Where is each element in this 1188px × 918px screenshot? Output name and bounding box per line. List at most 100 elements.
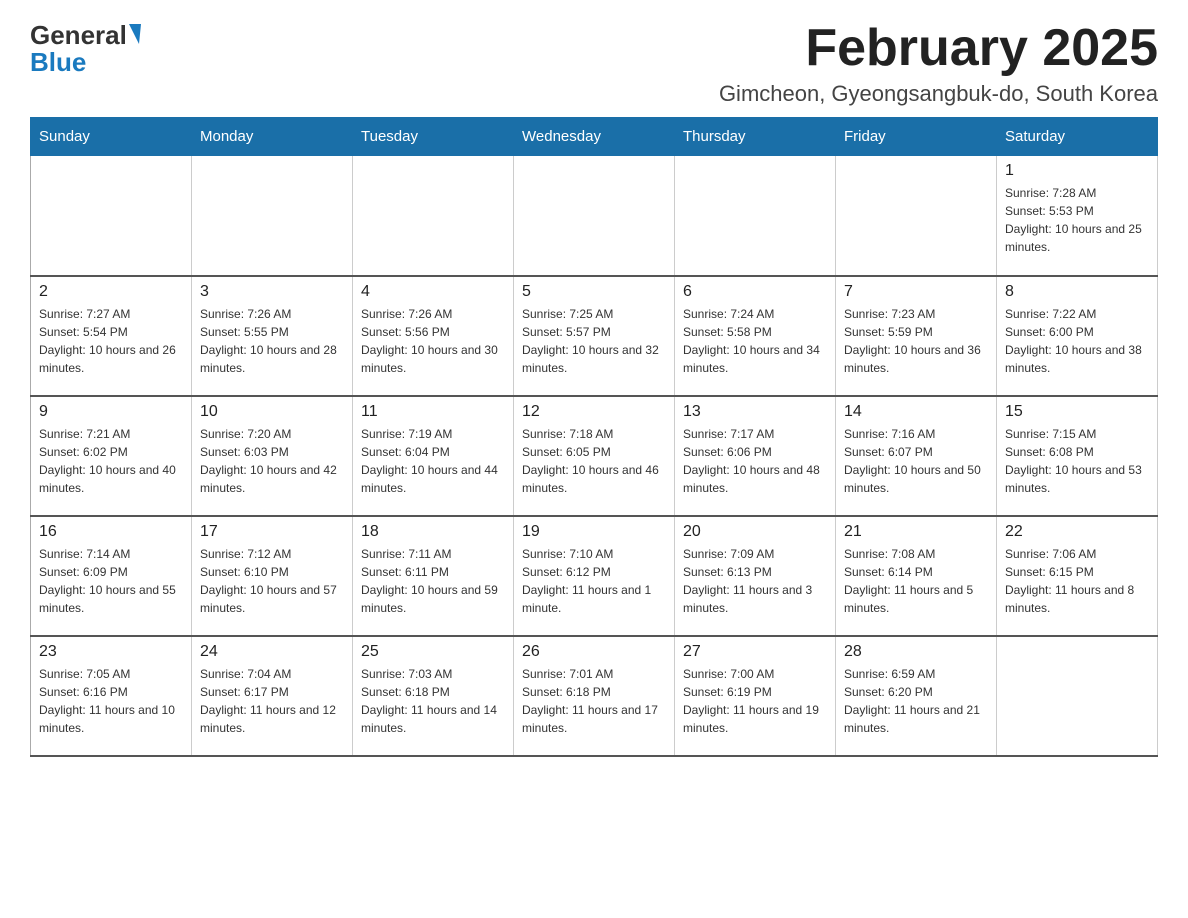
day-info: Sunrise: 7:15 AMSunset: 6:08 PMDaylight:… <box>1005 425 1149 497</box>
calendar-body: 1 Sunrise: 7:28 AMSunset: 5:53 PMDaylight… <box>31 156 1158 756</box>
day-number: 21 <box>844 523 988 541</box>
calendar-cell: 26Sunrise: 7:01 AMSunset: 6:18 PMDayligh… <box>514 636 675 756</box>
day-info: Sunrise: 7:25 AMSunset: 5:57 PMDaylight:… <box>522 305 666 377</box>
calendar-cell <box>836 156 997 276</box>
calendar-cell: 8 Sunrise: 7:22 AMSunset: 6:00 PMDaylight… <box>997 276 1158 396</box>
day-number: 12 <box>522 403 666 421</box>
day-number: 9 <box>39 403 183 421</box>
day-of-week-header: Sunday <box>31 118 192 156</box>
calendar-cell: 21 Sunrise: 7:08 AMSunset: 6:14 PMDayligh… <box>836 516 997 636</box>
day-info: Sunrise: 7:20 AMSunset: 6:03 PMDaylight:… <box>200 425 344 497</box>
day-number: 4 <box>361 283 505 301</box>
day-number: 17 <box>200 523 344 541</box>
day-number: 14 <box>844 403 988 421</box>
calendar-cell: 3 Sunrise: 7:26 AMSunset: 5:55 PMDaylight… <box>192 276 353 396</box>
calendar-week-row: 23 Sunrise: 7:05 AMSunset: 6:16 PMDayligh… <box>31 636 1158 756</box>
calendar-cell: 23 Sunrise: 7:05 AMSunset: 6:16 PMDayligh… <box>31 636 192 756</box>
calendar-cell <box>514 156 675 276</box>
day-info: Sunrise: 7:12 AMSunset: 6:10 PMDaylight:… <box>200 545 344 617</box>
day-info: Sunrise: 7:19 AMSunset: 6:04 PMDaylight:… <box>361 425 505 497</box>
day-info: Sunrise: 7:03 AMSunset: 6:18 PMDaylight:… <box>361 665 505 737</box>
calendar-cell: 1 Sunrise: 7:28 AMSunset: 5:53 PMDaylight… <box>997 156 1158 276</box>
day-info: Sunrise: 7:10 AMSunset: 6:12 PMDaylight:… <box>522 545 666 617</box>
calendar-cell: 16Sunrise: 7:14 AMSunset: 6:09 PMDayligh… <box>31 516 192 636</box>
day-info: Sunrise: 7:26 AMSunset: 5:56 PMDaylight:… <box>361 305 505 377</box>
days-of-week-row: SundayMondayTuesdayWednesdayThursdayFrid… <box>31 118 1158 156</box>
day-info: Sunrise: 6:59 AMSunset: 6:20 PMDaylight:… <box>844 665 988 737</box>
calendar-week-row: 16Sunrise: 7:14 AMSunset: 6:09 PMDayligh… <box>31 516 1158 636</box>
logo-blue-text: Blue <box>30 47 86 78</box>
day-info: Sunrise: 7:01 AMSunset: 6:18 PMDaylight:… <box>522 665 666 737</box>
calendar-cell: 5 Sunrise: 7:25 AMSunset: 5:57 PMDaylight… <box>514 276 675 396</box>
day-number: 20 <box>683 523 827 541</box>
day-info: Sunrise: 7:23 AMSunset: 5:59 PMDaylight:… <box>844 305 988 377</box>
day-number: 1 <box>1005 162 1149 180</box>
day-info: Sunrise: 7:11 AMSunset: 6:11 PMDaylight:… <box>361 545 505 617</box>
day-number: 27 <box>683 643 827 661</box>
day-number: 25 <box>361 643 505 661</box>
day-info: Sunrise: 7:16 AMSunset: 6:07 PMDaylight:… <box>844 425 988 497</box>
day-number: 22 <box>1005 523 1149 541</box>
day-of-week-header: Thursday <box>675 118 836 156</box>
calendar-cell: 11 Sunrise: 7:19 AMSunset: 6:04 PMDayligh… <box>353 396 514 516</box>
calendar-cell: 15 Sunrise: 7:15 AMSunset: 6:08 PMDayligh… <box>997 396 1158 516</box>
day-info: Sunrise: 7:00 AMSunset: 6:19 PMDaylight:… <box>683 665 827 737</box>
day-number: 18 <box>361 523 505 541</box>
calendar-week-row: 9Sunrise: 7:21 AMSunset: 6:02 PMDaylight… <box>31 396 1158 516</box>
calendar-cell: 20 Sunrise: 7:09 AMSunset: 6:13 PMDayligh… <box>675 516 836 636</box>
calendar-title: February 2025 <box>719 20 1158 77</box>
day-of-week-header: Friday <box>836 118 997 156</box>
logo: General Blue <box>30 20 141 78</box>
calendar-cell: 17 Sunrise: 7:12 AMSunset: 6:10 PMDayligh… <box>192 516 353 636</box>
calendar-cell: 7 Sunrise: 7:23 AMSunset: 5:59 PMDaylight… <box>836 276 997 396</box>
calendar-cell: 19 Sunrise: 7:10 AMSunset: 6:12 PMDayligh… <box>514 516 675 636</box>
calendar-week-row: 2Sunrise: 7:27 AMSunset: 5:54 PMDaylight… <box>31 276 1158 396</box>
day-info: Sunrise: 7:22 AMSunset: 6:00 PMDaylight:… <box>1005 305 1149 377</box>
day-number: 6 <box>683 283 827 301</box>
calendar-table: SundayMondayTuesdayWednesdayThursdayFrid… <box>30 117 1158 757</box>
calendar-week-row: 1 Sunrise: 7:28 AMSunset: 5:53 PMDaylight… <box>31 156 1158 276</box>
day-info: Sunrise: 7:28 AMSunset: 5:53 PMDaylight:… <box>1005 184 1149 256</box>
calendar-cell: 22Sunrise: 7:06 AMSunset: 6:15 PMDayligh… <box>997 516 1158 636</box>
day-number: 24 <box>200 643 344 661</box>
calendar-cell: 13Sunrise: 7:17 AMSunset: 6:06 PMDayligh… <box>675 396 836 516</box>
calendar-cell: 6 Sunrise: 7:24 AMSunset: 5:58 PMDaylight… <box>675 276 836 396</box>
calendar-cell: 27 Sunrise: 7:00 AMSunset: 6:19 PMDayligh… <box>675 636 836 756</box>
calendar-subtitle: Gimcheon, Gyeongsangbuk-do, South Korea <box>719 81 1158 107</box>
day-info: Sunrise: 7:09 AMSunset: 6:13 PMDaylight:… <box>683 545 827 617</box>
day-info: Sunrise: 7:08 AMSunset: 6:14 PMDaylight:… <box>844 545 988 617</box>
calendar-cell <box>997 636 1158 756</box>
calendar-cell: 28Sunrise: 6:59 AMSunset: 6:20 PMDayligh… <box>836 636 997 756</box>
day-number: 3 <box>200 283 344 301</box>
calendar-cell: 4 Sunrise: 7:26 AMSunset: 5:56 PMDaylight… <box>353 276 514 396</box>
day-info: Sunrise: 7:24 AMSunset: 5:58 PMDaylight:… <box>683 305 827 377</box>
day-number: 19 <box>522 523 666 541</box>
day-number: 5 <box>522 283 666 301</box>
day-number: 8 <box>1005 283 1149 301</box>
calendar-cell: 25 Sunrise: 7:03 AMSunset: 6:18 PMDayligh… <box>353 636 514 756</box>
day-info: Sunrise: 7:05 AMSunset: 6:16 PMDaylight:… <box>39 665 183 737</box>
calendar-cell <box>353 156 514 276</box>
calendar-cell <box>192 156 353 276</box>
calendar-cell <box>675 156 836 276</box>
calendar-cell: 10Sunrise: 7:20 AMSunset: 6:03 PMDayligh… <box>192 396 353 516</box>
day-number: 23 <box>39 643 183 661</box>
day-info: Sunrise: 7:18 AMSunset: 6:05 PMDaylight:… <box>522 425 666 497</box>
calendar-cell: 12 Sunrise: 7:18 AMSunset: 6:05 PMDayligh… <box>514 396 675 516</box>
day-number: 7 <box>844 283 988 301</box>
day-info: Sunrise: 7:04 AMSunset: 6:17 PMDaylight:… <box>200 665 344 737</box>
calendar-cell <box>31 156 192 276</box>
calendar-header: SundayMondayTuesdayWednesdayThursdayFrid… <box>31 118 1158 156</box>
day-info: Sunrise: 7:26 AMSunset: 5:55 PMDaylight:… <box>200 305 344 377</box>
day-number: 13 <box>683 403 827 421</box>
day-info: Sunrise: 7:27 AMSunset: 5:54 PMDaylight:… <box>39 305 183 377</box>
day-number: 15 <box>1005 403 1149 421</box>
day-number: 11 <box>361 403 505 421</box>
day-of-week-header: Tuesday <box>353 118 514 156</box>
title-section: February 2025 Gimcheon, Gyeongsangbuk-do… <box>719 20 1158 107</box>
day-of-week-header: Monday <box>192 118 353 156</box>
calendar-cell: 18 Sunrise: 7:11 AMSunset: 6:11 PMDayligh… <box>353 516 514 636</box>
logo-arrow-icon <box>129 24 141 44</box>
day-number: 16 <box>39 523 183 541</box>
day-of-week-header: Wednesday <box>514 118 675 156</box>
